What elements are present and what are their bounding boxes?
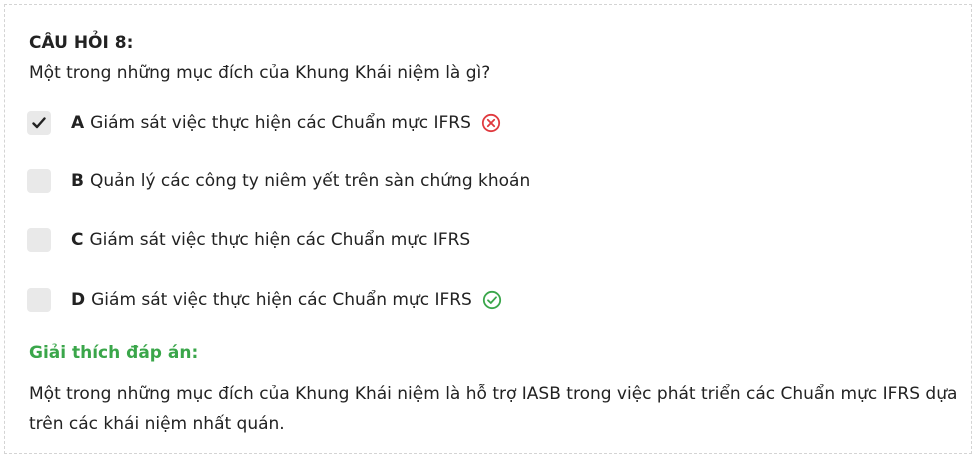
- option-b-text: Quản lý các công ty niêm yết trên sàn ch…: [89, 171, 531, 191]
- option-c-checkbox[interactable]: [27, 228, 51, 252]
- option-a-checkbox[interactable]: [27, 111, 51, 135]
- option-d-checkbox[interactable]: [27, 288, 51, 312]
- option-b[interactable]: B Quản lý các công ty niêm yết trên sàn …: [27, 165, 530, 197]
- question-text: Một trong những mục đích của Khung Khái …: [29, 63, 491, 83]
- explanation-title: Giải thích đáp án:: [29, 343, 199, 363]
- option-d-text: Giám sát việc thực hiện các Chuẩn mực IF…: [91, 290, 472, 310]
- option-c-letter: C: [71, 230, 84, 250]
- x-circle-icon: [481, 113, 501, 133]
- option-c-text: Giám sát việc thực hiện các Chuẩn mực IF…: [89, 230, 471, 250]
- explanation-text: Một trong những mục đích của Khung Khái …: [29, 384, 958, 434]
- question-title: CÂU HỎI 8:: [29, 33, 134, 53]
- option-d-letter: D: [71, 290, 86, 310]
- option-d[interactable]: D Giám sát việc thực hiện các Chuẩn mực …: [27, 284, 502, 316]
- checkmark-icon: [32, 117, 46, 129]
- option-c[interactable]: C Giám sát việc thực hiện các Chuẩn mực …: [27, 224, 470, 256]
- option-b-checkbox[interactable]: [27, 169, 51, 193]
- option-a-text: Giám sát việc thực hiện các Chuẩn mực IF…: [90, 113, 471, 133]
- option-a[interactable]: A Giám sát việc thực hiện các Chuẩn mực …: [27, 107, 501, 139]
- option-a-letter: A: [71, 113, 85, 133]
- option-b-letter: B: [71, 171, 84, 191]
- question-card: CÂU HỎI 8: Một trong những mục đích của …: [4, 4, 972, 454]
- check-circle-icon: [482, 290, 502, 310]
